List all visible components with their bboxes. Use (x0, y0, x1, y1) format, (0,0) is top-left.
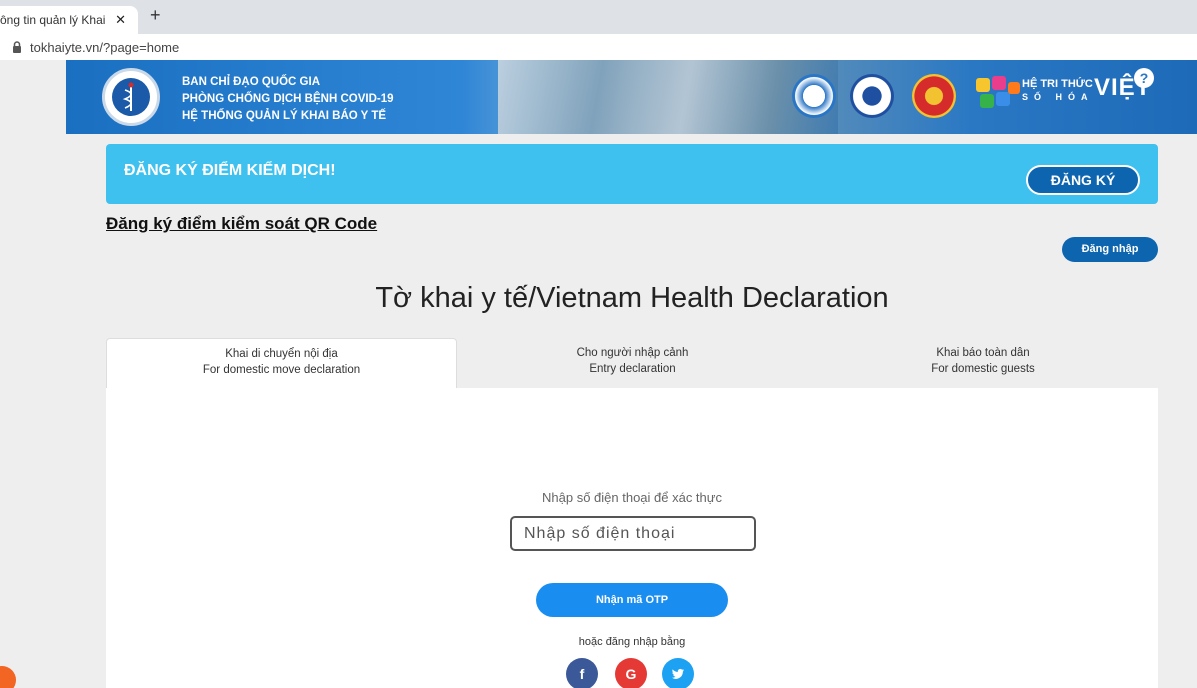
caduceus-icon (112, 78, 150, 116)
browser-tab[interactable]: ông tin quản lý Khai ✕ (0, 6, 138, 34)
ministry-seal-icon (792, 74, 836, 118)
or-login-with-label: hoặc đăng nhập bằng (578, 636, 686, 648)
address-bar[interactable]: tokhaiyte.vn/?page=home (0, 34, 1197, 60)
close-tab-icon[interactable]: ✕ (115, 12, 126, 28)
banner-line-1: BAN CHỈ ĐẠO QUỐC GIA (182, 76, 320, 88)
verify-phone-label: Nhập số điện thoại để xác thực (542, 490, 722, 505)
registration-title: ĐĂNG KÝ ĐIỂM KIỂM DỊCH! (124, 162, 336, 179)
tab-label-en: For domestic guests (931, 363, 1035, 375)
ministry-of-health-logo[interactable] (102, 68, 160, 126)
banner-title: BAN CHỈ ĐẠO QUỐC GIA PHÒNG CHỐNG DỊCH BỆ… (182, 74, 394, 125)
registration-banner: ĐĂNG KÝ ĐIỂM KIỂM DỊCH! ĐĂNG KÝ (106, 144, 1158, 204)
brand-text: HỆ TRI THỨC SỐ HÓA VIỆT (1022, 74, 1150, 102)
tab-domestic-guests[interactable]: Khai báo toàn dân For domestic guests (808, 338, 1158, 388)
qr-code-register-link[interactable]: Đăng ký điểm kiểm soát QR Code (106, 214, 377, 234)
phone-number-input[interactable] (510, 516, 756, 551)
login-button[interactable]: Đăng nhập (1062, 237, 1158, 262)
science-seal-icon (850, 74, 894, 118)
chat-bubble-icon[interactable] (0, 666, 16, 688)
url-text: tokhaiyte.vn/?page=home (30, 39, 180, 55)
lock-icon (13, 41, 21, 53)
page-title: Tờ khai y tế/Vietnam Health Declaration (375, 282, 889, 314)
browser-tabstrip: ông tin quản lý Khai ✕ + (0, 0, 1197, 34)
help-icon[interactable]: ? (1134, 68, 1154, 88)
register-button[interactable]: ĐĂNG KÝ (1026, 165, 1140, 195)
banner-line-2: PHÒNG CHỐNG DỊCH BỆNH COVID-19 (182, 93, 394, 105)
brand-line-1: HỆ TRI THỨC (1022, 78, 1093, 90)
national-emblem-icon (912, 74, 956, 118)
tab-label-vi: Khai di chuyển nội địa (225, 348, 338, 360)
tab-label-vi: Cho người nhập cảnh (576, 347, 689, 359)
declaration-tabs: Khai di chuyển nội địa For domestic move… (106, 338, 1158, 388)
banner-line-3: HỆ THỐNG QUẢN LÝ KHAI BÁO Y TẾ (182, 110, 387, 122)
phone-verification-panel: Nhập số điện thoại để xác thực Nhận mã O… (106, 388, 1158, 688)
browser-tab-title: ông tin quản lý Khai (0, 13, 106, 27)
new-tab-icon[interactable]: + (150, 5, 161, 26)
google-login-icon[interactable]: G (615, 658, 647, 688)
tab-entry-declaration[interactable]: Cho người nhập cảnh Entry declaration (457, 338, 808, 388)
banner-photo (498, 60, 838, 134)
tab-domestic-move[interactable]: Khai di chuyển nội địa For domestic move… (106, 338, 457, 388)
get-otp-button[interactable]: Nhận mã OTP (536, 583, 728, 617)
facebook-login-icon[interactable]: f (566, 658, 598, 688)
tab-label-en: For domestic move declaration (202, 364, 361, 376)
header-banner: BAN CHỈ ĐẠO QUỐC GIA PHÒNG CHỐNG DỊCH BỆ… (66, 60, 1197, 134)
brand-sohoa: SỐ HÓA (1022, 92, 1094, 102)
twitter-login-icon[interactable] (662, 658, 694, 688)
tab-label-en: Entry declaration (589, 363, 676, 375)
knowledge-puzzle-icon (976, 76, 1020, 108)
tab-label-vi: Khai báo toàn dân (936, 347, 1030, 359)
